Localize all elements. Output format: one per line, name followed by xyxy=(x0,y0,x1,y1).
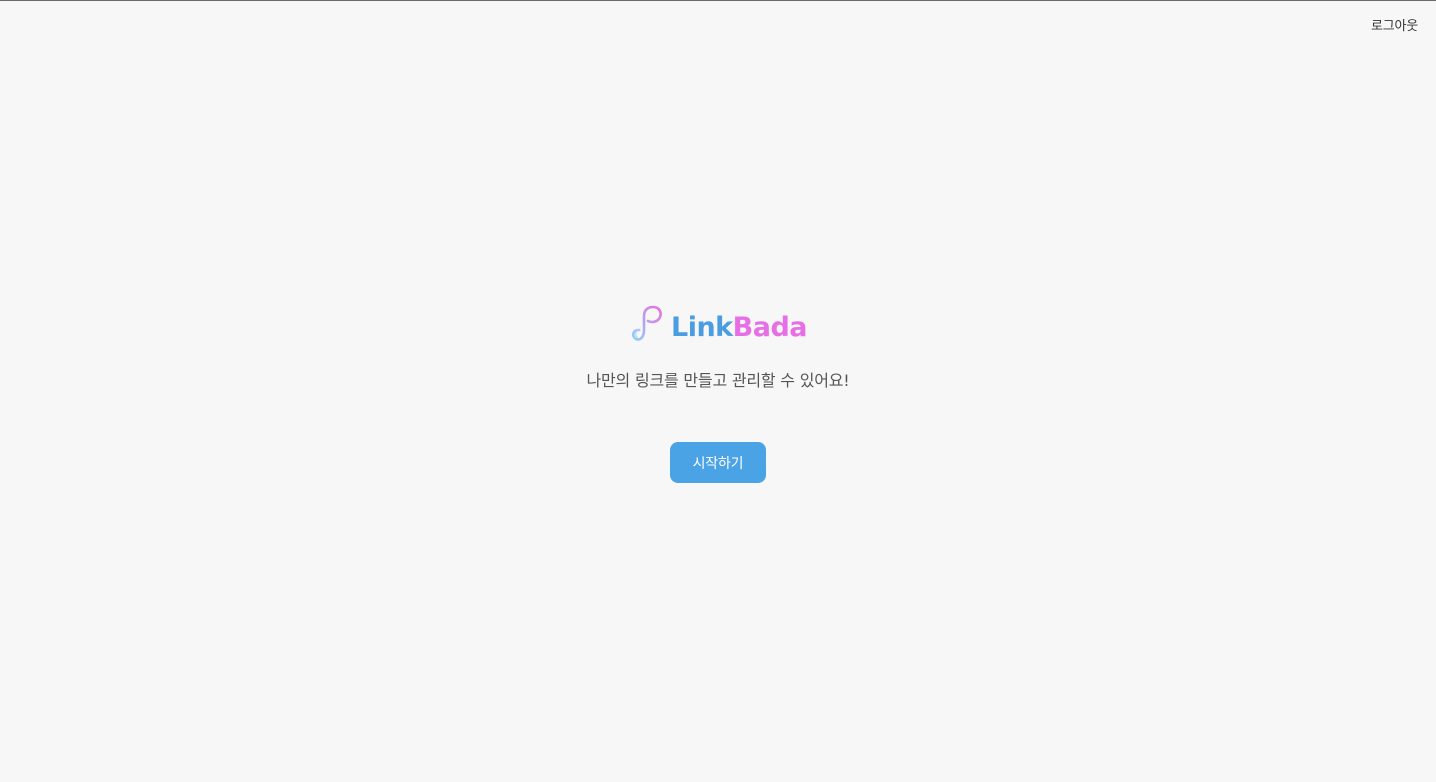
linkbada-logo: LinkBada xyxy=(629,303,808,343)
tagline: 나만의 링크를 만들고 관리할 수 있어요! xyxy=(586,371,850,390)
logo-wordmark: LinkBada xyxy=(671,311,808,343)
logo-word-link: Link xyxy=(671,311,733,343)
hero-section: LinkBada 나만의 링크를 만들고 관리할 수 있어요! 시작하기 xyxy=(0,303,1436,483)
infinity-link-icon xyxy=(631,305,662,341)
logout-link[interactable]: 로그아웃 xyxy=(1371,15,1418,34)
logo-word-bada: Bada xyxy=(732,311,808,343)
start-button[interactable]: 시작하기 xyxy=(670,442,766,483)
